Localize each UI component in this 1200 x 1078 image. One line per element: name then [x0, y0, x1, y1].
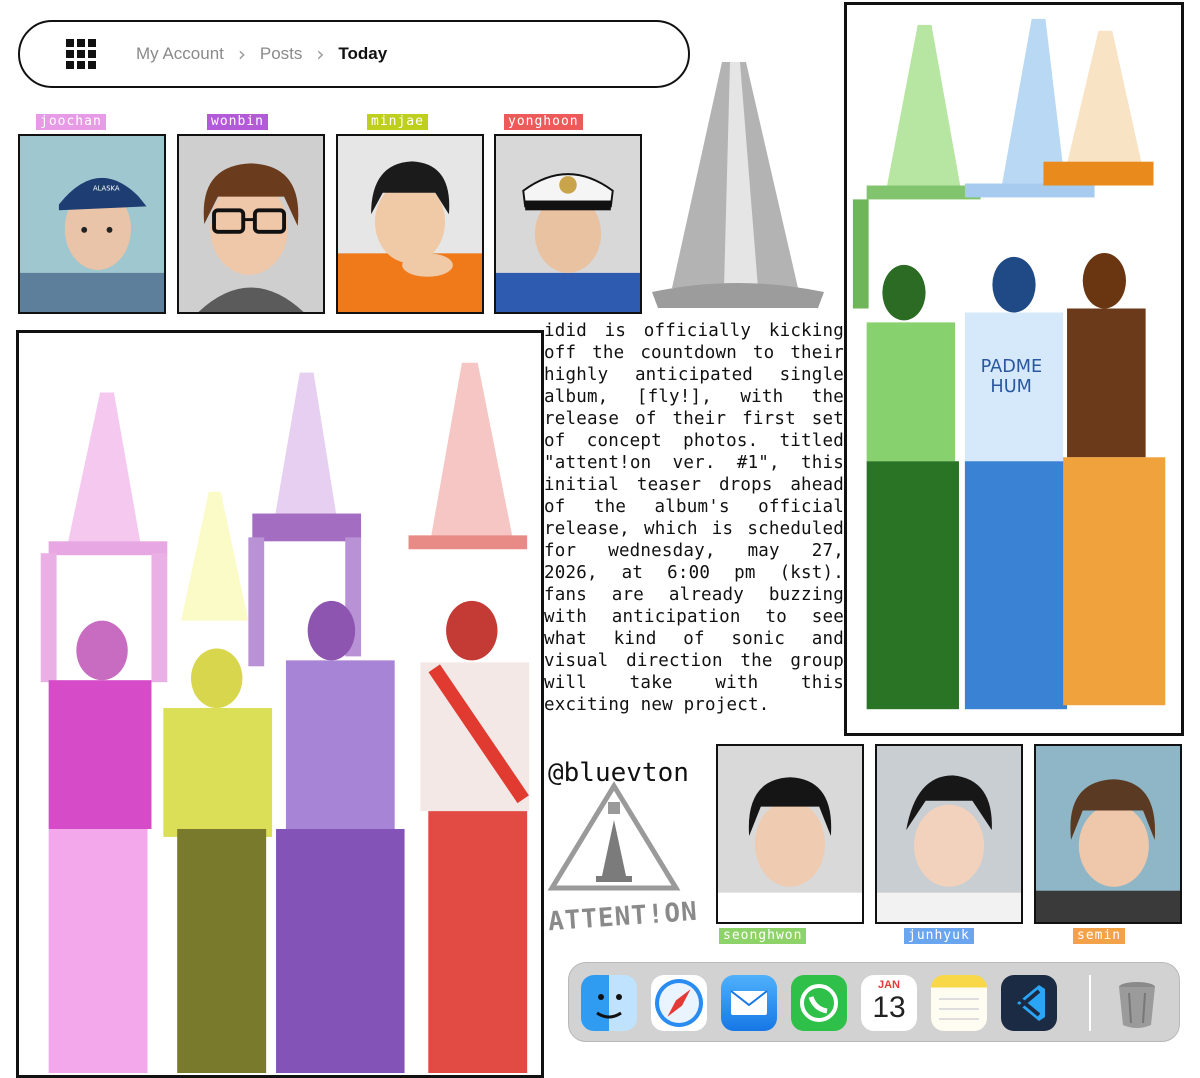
- svg-text:HUM: HUM: [990, 377, 1031, 397]
- member-photo-junhyuk: [875, 744, 1023, 924]
- member-photo-wonbin: [177, 134, 325, 314]
- member-photo-minjae: [336, 134, 484, 314]
- trash-icon[interactable]: [1109, 975, 1165, 1031]
- notes-icon[interactable]: [931, 975, 987, 1031]
- member-tag-wonbin: wonbin: [207, 114, 268, 130]
- mail-icon[interactable]: [721, 975, 777, 1031]
- calendar-month: JAN: [877, 979, 900, 991]
- app-grid-icon[interactable]: [66, 39, 96, 69]
- member-photo-semin: [1034, 744, 1182, 924]
- whatsapp-icon[interactable]: [791, 975, 847, 1031]
- member-photo-seonghwon: [716, 744, 864, 924]
- breadcrumb: My Account › Posts › Today: [18, 20, 690, 88]
- member-photo-joochan: ALASKA: [18, 134, 166, 314]
- member-tag-seonghwon: seonghwon: [719, 928, 807, 944]
- calendar-day: 13: [872, 991, 906, 1024]
- app-dock: JAN 13: [568, 962, 1180, 1042]
- svg-text:PADME: PADME: [981, 357, 1043, 377]
- member-tag-yonghoon: yonghoon: [504, 114, 583, 130]
- group-photo-pastel: [16, 330, 544, 1078]
- article-text: idid is officially kicking off the count…: [544, 321, 844, 715]
- member-tag-minjae: minjae: [367, 114, 428, 130]
- svg-text:ALASKA: ALASKA: [93, 185, 120, 193]
- member-tag-joochan: joochan: [36, 114, 106, 130]
- member-tag-semin: semin: [1073, 928, 1126, 944]
- vscode-icon[interactable]: [1001, 975, 1057, 1031]
- breadcrumb-today: Today: [338, 44, 388, 63]
- attention-sign-image: ATTENT!ON: [546, 780, 716, 965]
- calendar-icon[interactable]: JAN 13: [861, 975, 917, 1031]
- group-photo-colored: PADME HUM: [844, 2, 1184, 736]
- member-tag-junhyuk: junhyuk: [904, 928, 974, 944]
- chevron-right-icon: ›: [237, 42, 246, 66]
- safari-icon[interactable]: [651, 975, 707, 1031]
- breadcrumb-my-account[interactable]: My Account: [136, 44, 224, 64]
- chevron-right-icon: ›: [316, 42, 325, 66]
- member-photo-yonghoon: [494, 134, 642, 314]
- traffic-cone-image: [648, 60, 828, 310]
- dock-separator: [1089, 975, 1091, 1031]
- breadcrumb-posts[interactable]: Posts: [260, 44, 303, 64]
- finder-icon[interactable]: [581, 975, 637, 1031]
